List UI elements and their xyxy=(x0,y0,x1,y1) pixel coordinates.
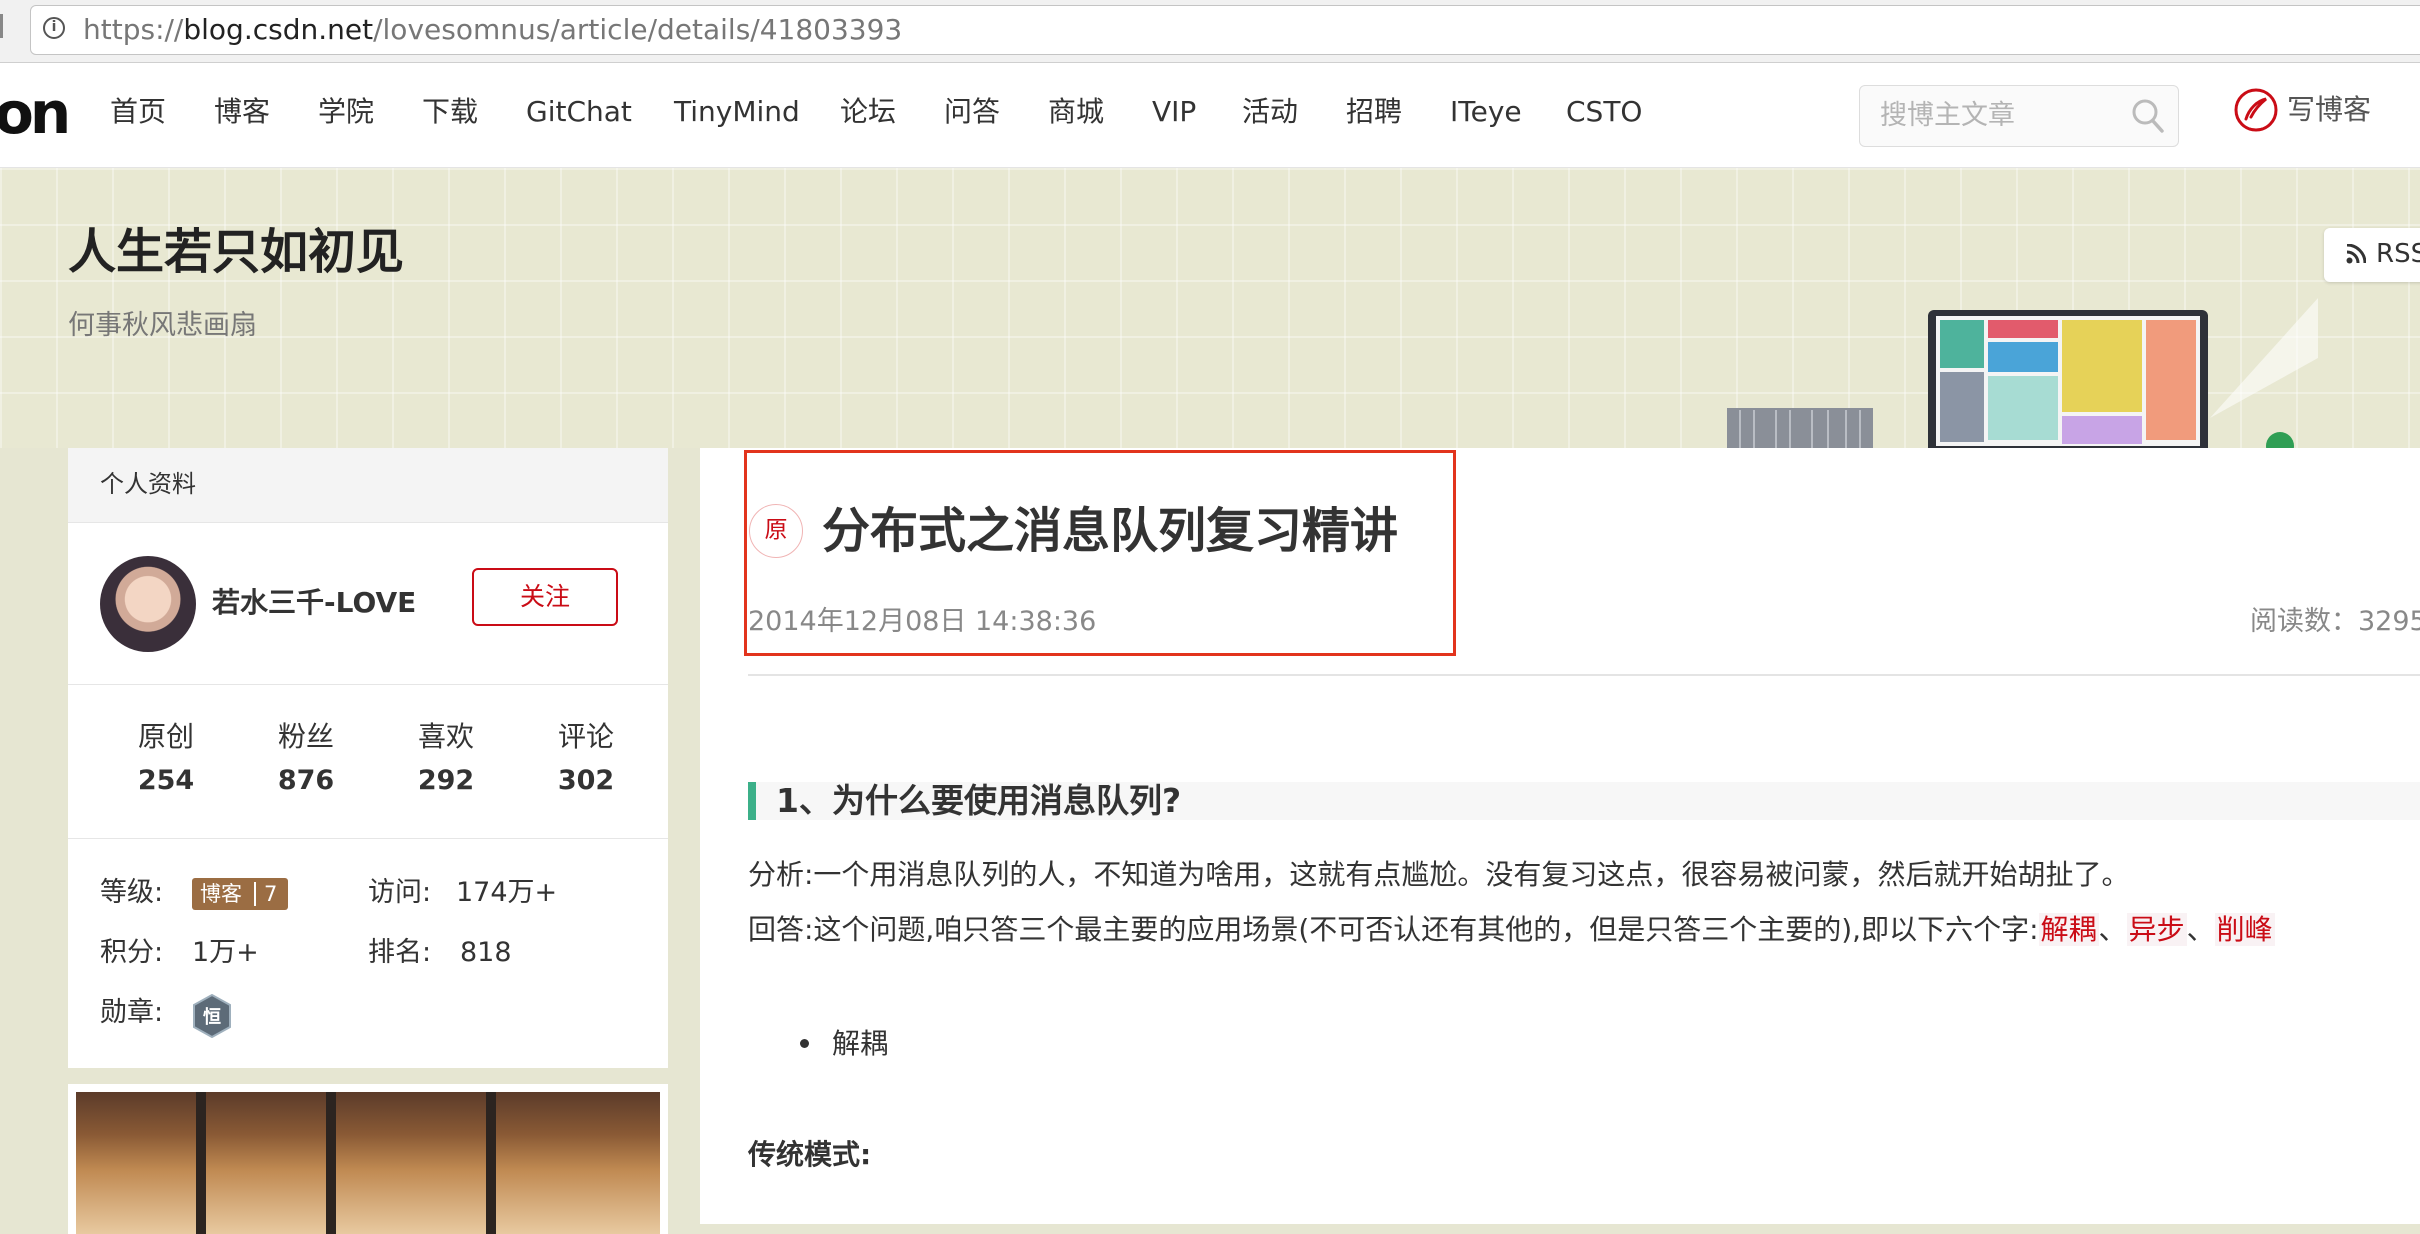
rss-button[interactable]: RSS xyxy=(2324,228,2420,282)
stat-label: 原创 xyxy=(137,720,194,753)
answer-text: 回答:这个问题,咱只答三个最主要的应用场景(不可否认还有其他的，但是只答三个主要… xyxy=(748,913,2039,946)
nav-item-gitchat[interactable]: GitChat xyxy=(526,95,632,129)
section-heading: 1、为什么要使用消息队列? xyxy=(748,782,2420,820)
original-badge: 原 xyxy=(749,504,803,558)
points-value: 1万+ xyxy=(192,937,259,968)
keyword-peak-shaving: 削峰 xyxy=(2214,913,2275,946)
nav-item-store[interactable]: 商城 xyxy=(1048,95,1104,129)
username[interactable]: 若水三千-LOVE xyxy=(212,586,416,620)
banner-illustration xyxy=(1727,298,2318,448)
rank-label: 排名: xyxy=(368,937,432,968)
article-title: 分布式之消息队列复习精讲 xyxy=(822,503,1399,559)
nav-item-tinymind[interactable]: TinyMind xyxy=(674,95,800,129)
photo-beam xyxy=(326,1092,336,1234)
points-label: 积分: xyxy=(100,937,164,968)
medal-label: 勋章: xyxy=(100,997,164,1028)
nav-item-vip[interactable]: VIP xyxy=(1152,95,1196,129)
browser-address-bar: i https://blog.csdn.net/lovesomnus/artic… xyxy=(0,0,2420,63)
nav-item-csto[interactable]: CSTO xyxy=(1566,95,1642,129)
profile-card-header: 个人资料 xyxy=(68,448,668,523)
follow-button[interactable]: 关注 xyxy=(472,568,618,626)
subheading-traditional-mode: 传统模式: xyxy=(748,1138,872,1171)
profile-card: 个人资料 若水三千-LOVE 关注 原创 254 粉丝 876 喜欢 292 评… xyxy=(68,448,668,1068)
divider xyxy=(748,674,2420,676)
top-nav: on 首页 博客 学院 下载 GitChat TinyMind 论坛 问答 商城… xyxy=(0,63,2420,168)
csdn-logo[interactable]: on xyxy=(0,83,71,143)
stat-value: 302 xyxy=(557,765,615,796)
rss-label: RSS xyxy=(2376,239,2420,269)
visits-value: 174万+ xyxy=(456,877,558,908)
divider xyxy=(68,684,668,685)
photo-beam xyxy=(196,1092,206,1234)
write-blog-label: 写博客 xyxy=(2287,93,2372,126)
sidebar-photo-card xyxy=(68,1084,668,1234)
read-count: 阅读数：3295 xyxy=(2250,606,2420,637)
blog-title[interactable]: 人生若只如初见 xyxy=(68,224,404,280)
back-arrow-icon[interactable] xyxy=(0,14,11,38)
nav-item-jobs[interactable]: 招聘 xyxy=(1346,95,1402,129)
divider xyxy=(68,838,668,839)
stat-comments[interactable]: 评论 302 xyxy=(526,720,646,798)
stat-label: 喜欢 xyxy=(417,720,474,753)
keyword-decouple: 解耦 xyxy=(2038,913,2099,946)
list-item: 解耦 xyxy=(832,1027,889,1060)
nav-item-academy[interactable]: 学院 xyxy=(318,95,374,129)
sidebar-photo[interactable] xyxy=(76,1092,660,1234)
separator: 、 xyxy=(2098,913,2127,946)
section-heading-text: 1、为什么要使用消息队列? xyxy=(776,781,1182,820)
stat-label: 粉丝 xyxy=(277,720,334,753)
nav-item-forum[interactable]: 论坛 xyxy=(840,95,896,129)
nav-item-events[interactable]: 活动 xyxy=(1242,95,1298,129)
rss-icon xyxy=(2346,244,2366,264)
stat-value: 254 xyxy=(137,765,195,796)
stat-fans[interactable]: 粉丝 876 xyxy=(246,720,366,798)
url-field[interactable]: i https://blog.csdn.net/lovesomnus/artic… xyxy=(30,5,2420,55)
medal-glyph: 恒 xyxy=(203,1006,221,1028)
search-input[interactable]: 搜博主文章 xyxy=(1880,100,2015,132)
rank-value: 818 xyxy=(460,937,512,968)
profile-card-title: 个人资料 xyxy=(100,470,196,498)
stat-likes[interactable]: 喜欢 292 xyxy=(386,720,506,798)
search-icon[interactable] xyxy=(2132,98,2164,134)
info-icon[interactable]: i xyxy=(43,17,65,39)
blog-search-box[interactable]: 搜博主文章 xyxy=(1859,85,2179,147)
paragraph-answer: 回答:这个问题,咱只答三个最主要的应用场景(不可否认还有其他的，但是只答三个主要… xyxy=(748,912,2275,948)
photo-beam xyxy=(486,1092,496,1234)
blog-subtitle: 何事秋风悲画扇 xyxy=(68,310,257,341)
level-badge-divider xyxy=(254,882,256,906)
level-badge-text: 博客 xyxy=(200,882,242,906)
url-text: https://blog.csdn.net/lovesomnus/article… xyxy=(83,15,902,45)
medal-icon[interactable]: 恒 xyxy=(192,994,232,1038)
bullet-dot xyxy=(800,1039,809,1048)
nav-item-home[interactable]: 首页 xyxy=(110,95,166,129)
nav-item-qa[interactable]: 问答 xyxy=(944,95,1000,129)
visits-label: 访问: xyxy=(368,877,432,908)
stat-value: 292 xyxy=(417,765,475,796)
nav-item-download[interactable]: 下载 xyxy=(422,95,478,129)
url-host: blog.csdn.net xyxy=(183,13,374,46)
stat-label: 评论 xyxy=(557,720,614,753)
keyword-async: 异步 xyxy=(2126,913,2187,946)
nav-item-iteye[interactable]: ITeye xyxy=(1450,95,1522,129)
blog-banner: 人生若只如初见 何事秋风悲画扇 RSS xyxy=(0,168,2420,448)
write-pen-icon xyxy=(2234,88,2278,132)
url-prefix: https:// xyxy=(83,13,184,46)
stat-value: 876 xyxy=(277,765,335,796)
stat-original[interactable]: 原创 254 xyxy=(106,720,226,798)
article-date: 2014年12月08日 14:38:36 xyxy=(748,606,1097,637)
level-label: 等级: xyxy=(100,877,164,908)
level-badge[interactable]: 博客 7 xyxy=(192,878,288,910)
paragraph-analysis: 分析:一个用消息队列的人，不知道为啥用，这就有点尴尬。没有复习这点，很容易被问蒙… xyxy=(748,858,2130,891)
avatar[interactable] xyxy=(100,556,196,652)
separator: 、 xyxy=(2186,913,2215,946)
url-path: /lovesomnus/article/details/41803393 xyxy=(373,13,903,46)
heading-accent-bar xyxy=(748,782,756,820)
nav-item-blog[interactable]: 博客 xyxy=(214,95,270,129)
level-number: 7 xyxy=(264,882,278,906)
